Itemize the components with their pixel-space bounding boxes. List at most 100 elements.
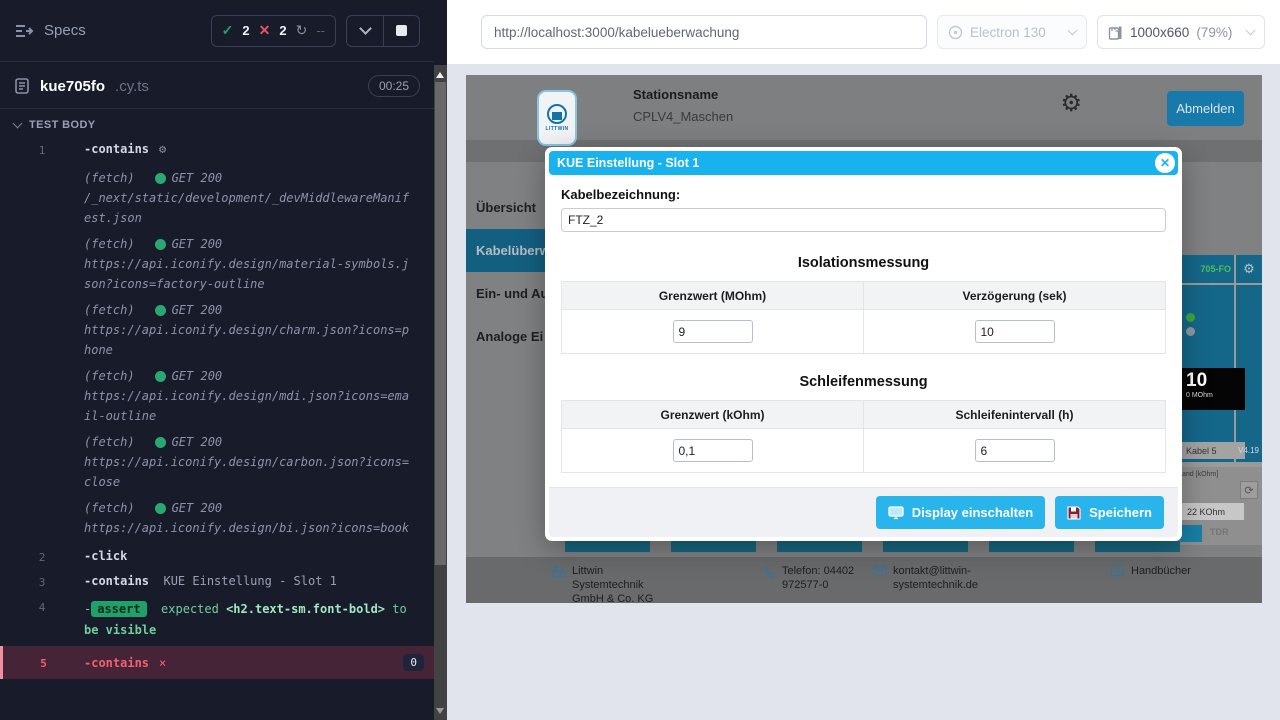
isolation-col2-header: Verzögerung (sek) [864, 282, 1166, 310]
isolation-col1-header: Grenzwert (MOhm) [562, 282, 864, 310]
settings-gear-icon[interactable]: ⚙ [1060, 92, 1082, 116]
loop-col2-header: Schleifenintervall (h) [864, 401, 1166, 429]
device-gear-icon[interactable]: ⚙ [1236, 255, 1262, 283]
url-input[interactable] [481, 15, 927, 49]
command-number: 3 [0, 574, 84, 589]
reporter-scrollbar [434, 0, 447, 720]
viewport-size-select[interactable]: 1000x660 (79%) [1097, 15, 1265, 49]
status-led-grey [1186, 327, 1195, 336]
save-floppy-icon [1067, 506, 1081, 520]
collapse-button[interactable] [347, 16, 383, 46]
phone-icon [763, 565, 776, 592]
command-row[interactable]: 2 -click [0, 544, 434, 569]
test-body-label: TEST BODY [29, 119, 96, 131]
command-row[interactable]: 1 -contains ⚙ [0, 137, 434, 162]
cypress-reporter: Specs ✓ 2 ✕ 2 ↻ -- kue705fo .cy.ts 00:25… [0, 0, 434, 720]
assert-badge: assert [91, 601, 146, 617]
spec-timer: 00:25 [368, 75, 420, 97]
fetch-url: https://api.iconify.design/charm.json?ic… [84, 320, 416, 360]
gear-icon: ⚙ [159, 142, 166, 156]
isolation-delay-input[interactable] [975, 320, 1055, 343]
loop-interval-input[interactable] [975, 439, 1055, 462]
footer-manuals-link[interactable]: Handbücher [1131, 564, 1191, 582]
specs-label[interactable]: Specs [44, 22, 86, 39]
station-label: Stationsname [633, 87, 733, 102]
browser-topbar: Electron 130 1000x660 (79%) [447, 0, 1280, 64]
pending-count: -- [316, 23, 325, 38]
sidebar-item-analoge-eingaenge[interactable]: Analoge Ei [466, 315, 546, 358]
device-cable-label: Kabel 5 [1180, 442, 1245, 459]
footer-phone: Telefon: 04402 972577-0 [782, 564, 874, 592]
footer-email: kontakt@littwin-systemtechnik.de [893, 564, 1013, 592]
fetch-log: (fetch)GET 200 https://api.iconify.desig… [0, 432, 434, 492]
viewport-size: 1000x660 [1130, 25, 1189, 40]
sidebar-item-ein-und-ausgaenge[interactable]: Ein- und Au [466, 272, 546, 315]
failed-command-row[interactable]: 5 -contains × 0 [0, 646, 434, 679]
device-display: 10 0 MOhm [1174, 368, 1245, 410]
command-number: 1 [0, 142, 84, 157]
isolation-limit-input[interactable] [673, 320, 753, 343]
book-icon [1110, 565, 1125, 582]
specs-menu-icon[interactable] [14, 23, 34, 39]
display-on-button[interactable]: Display einschalten [876, 496, 1045, 529]
loop-col1-header: Grenzwert (kOhm) [562, 401, 864, 429]
fetch-url: https://api.iconify.design/carbon.json?i… [84, 452, 416, 492]
assert-row[interactable]: 4 -assert expected <h2.text-sm.font-bold… [0, 594, 434, 646]
fetch-log: (fetch)GET 200 https://api.iconify.desig… [0, 366, 434, 426]
loop-limit-input[interactable] [673, 439, 753, 462]
scroll-down-icon[interactable] [436, 708, 444, 714]
fetch-log: (fetch)GET 200 https://api.iconify.desig… [0, 300, 434, 360]
command-name: -contains [84, 142, 149, 156]
loop-button-fragment[interactable] [1180, 525, 1202, 542]
chevron-down-icon [1246, 26, 1256, 36]
command-number: 5 [3, 655, 84, 670]
command-row[interactable]: 3 -contains KUE Einstellung - Slot 1 [0, 569, 434, 594]
stop-icon [396, 25, 407, 36]
browser-name: Electron 130 [970, 25, 1046, 40]
refresh-icon[interactable]: ⟳ [1240, 481, 1258, 499]
device-model: 705-FO [1180, 255, 1234, 283]
command-number: 2 [0, 549, 84, 564]
logo-text: LITTWIN [545, 126, 568, 132]
kue-settings-modal: KUE Einstellung - Slot 1 ✕ Kabelbezeichn… [545, 147, 1182, 541]
command-argument: KUE Einstellung - Slot 1 [163, 574, 336, 588]
stop-button[interactable] [383, 16, 419, 46]
app-header: LITTWIN Stationsname CPLV4_Maschen ⚙ Abm… [466, 75, 1262, 140]
app-sidebar: Übersicht Kabelüberw Ein- und Au Analoge… [466, 162, 546, 557]
modal-footer: Display einschalten Speichern [549, 487, 1178, 537]
assert-element: <h2.text-sm.font-bold> [226, 602, 385, 616]
ruler-icon [1108, 25, 1123, 40]
email-icon [873, 565, 887, 592]
isolation-table: Grenzwert (MOhm) Verzögerung (sek) [561, 281, 1166, 354]
scroll-up-icon[interactable] [436, 72, 444, 78]
monitor-icon [888, 506, 904, 520]
spec-row[interactable]: kue705fo .cy.ts 00:25 [0, 62, 434, 108]
fetch-log: (fetch)GET 200 /_next/static/development… [0, 168, 434, 228]
littwin-logo: LITTWIN [537, 90, 577, 146]
cable-name-input[interactable] [561, 208, 1166, 232]
retry-count-badge: 0 [403, 654, 424, 671]
logout-button[interactable]: Abmelden [1167, 91, 1244, 126]
sidebar-item-kabelueberwachung[interactable]: Kabelüberw [466, 229, 546, 272]
viewport-zoom: (79%) [1196, 25, 1232, 40]
close-icon[interactable]: ✕ [1155, 153, 1175, 173]
command-name: -click [84, 549, 127, 563]
scrollbar-track[interactable] [434, 65, 447, 720]
loop-panel-label: and [kOhm] [1180, 467, 1262, 478]
run-controls [346, 15, 420, 47]
logo-icon [547, 104, 567, 124]
sidebar-item-uebersicht[interactable]: Übersicht [466, 186, 546, 229]
test-stats[interactable]: ✓ 2 ✕ 2 ↻ -- [211, 15, 336, 47]
status-led-green [1186, 313, 1195, 322]
fail-x-icon: × [159, 656, 166, 670]
fetch-log: (fetch)GET 200 https://api.iconify.desig… [0, 234, 434, 294]
browser-select[interactable]: Electron 130 [937, 15, 1087, 49]
loop-panel-value: 22 KOhm [1182, 503, 1244, 520]
tdr-button[interactable]: TDR [1210, 527, 1229, 537]
cable-name-label: Kabelbezeichnung: [561, 187, 1166, 202]
fetch-url: https://api.iconify.design/bi.json?icons… [84, 518, 416, 538]
scrollbar-thumb[interactable] [435, 82, 446, 565]
test-body-toggle[interactable]: TEST BODY [0, 109, 434, 137]
save-button[interactable]: Speichern [1055, 496, 1164, 529]
restart-icon: ↻ [296, 22, 308, 39]
